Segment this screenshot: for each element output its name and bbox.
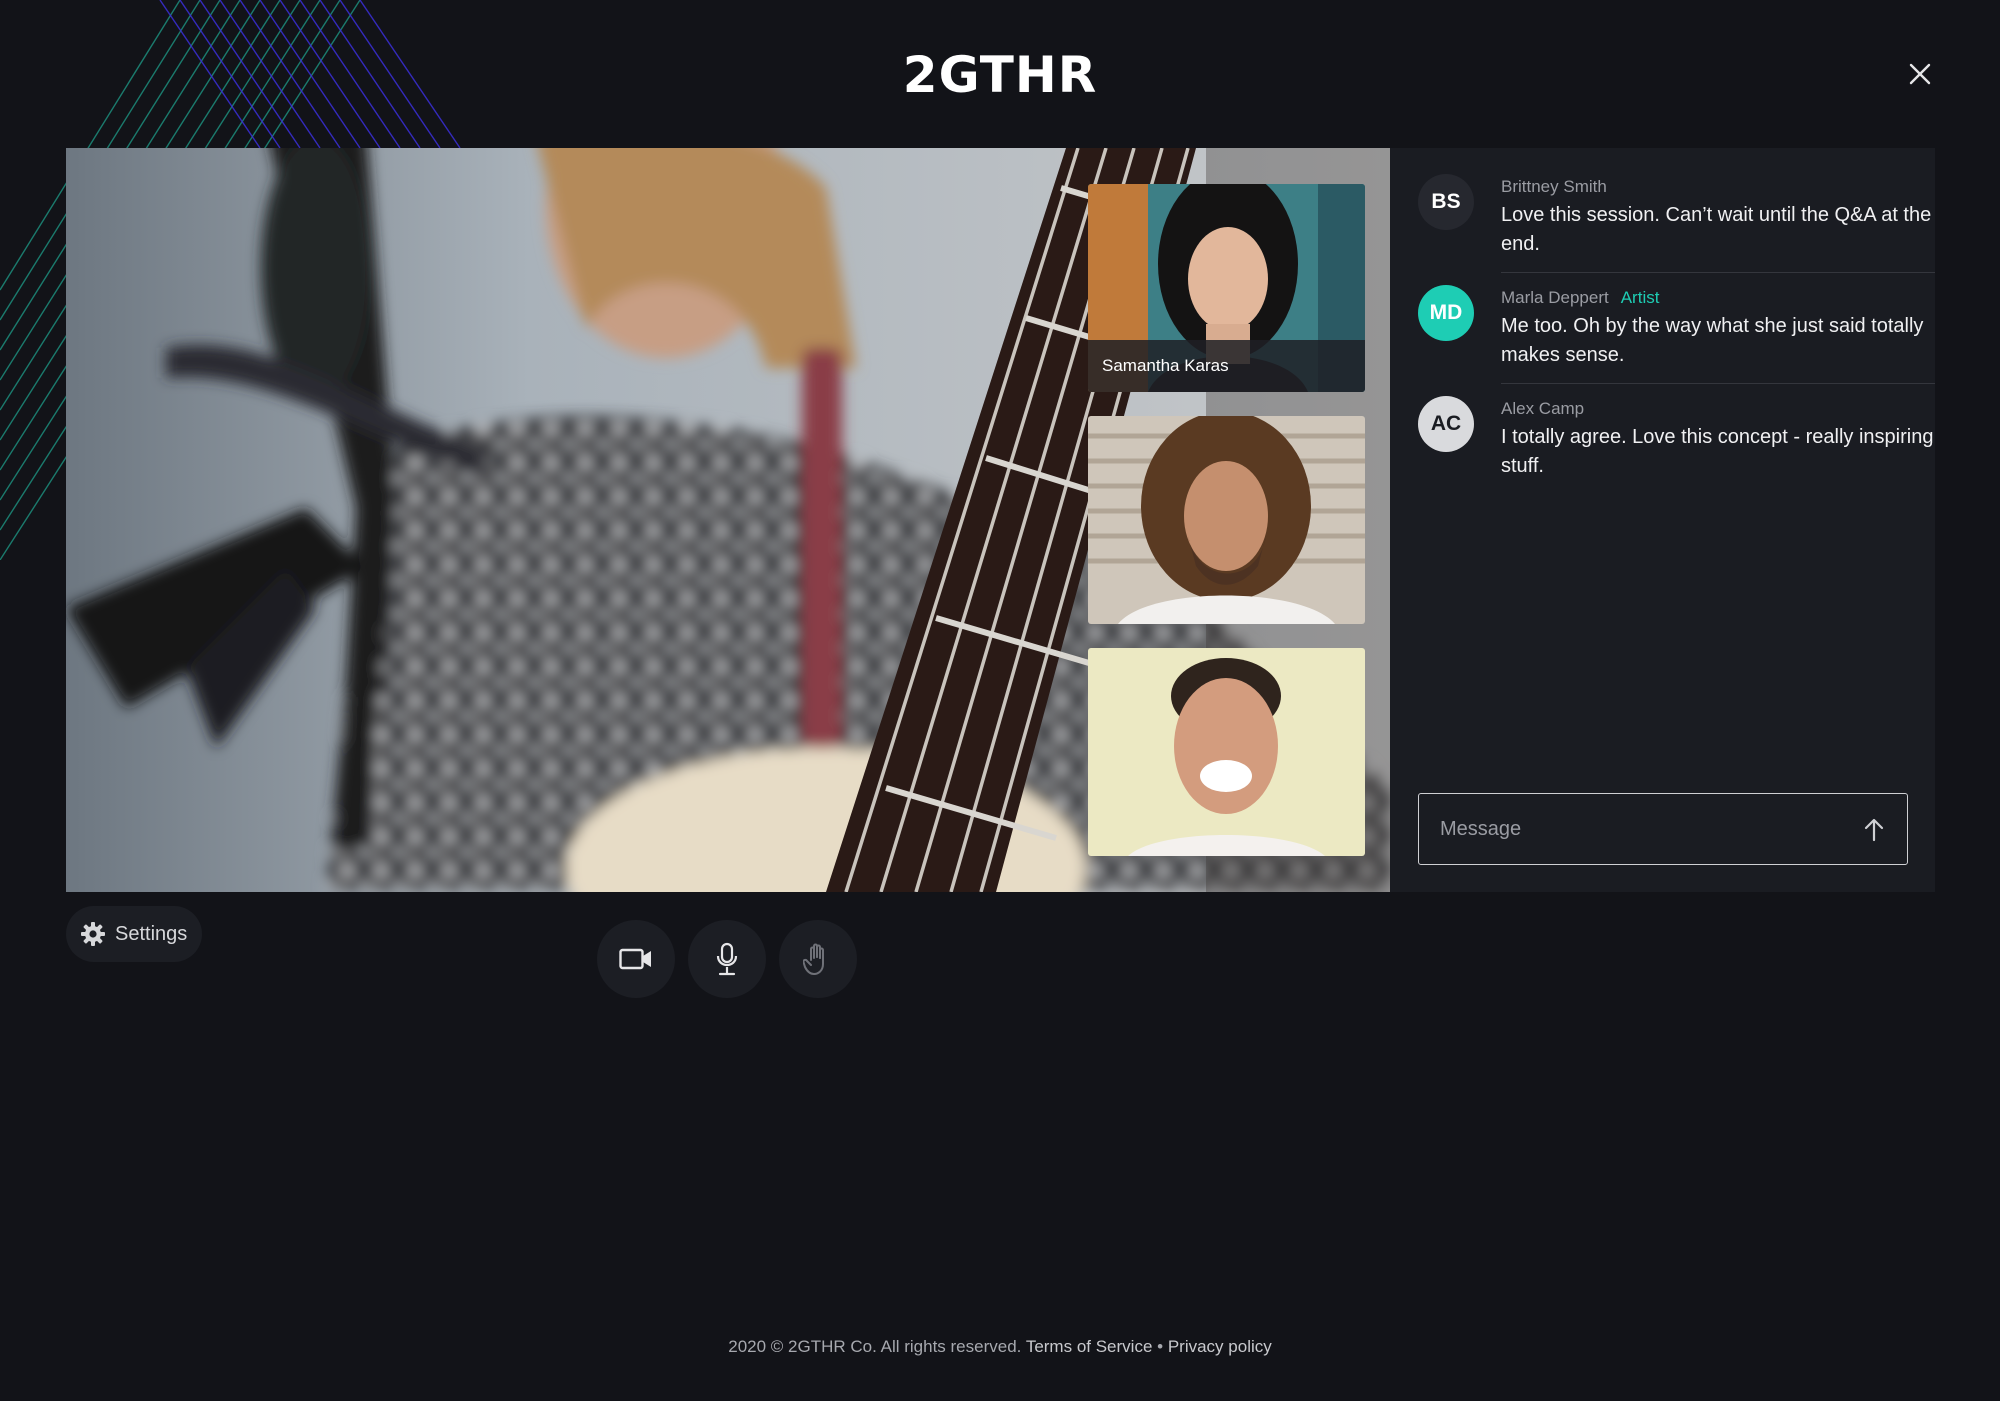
participant-name-label: Samantha Karas [1088, 340, 1365, 392]
participant-tile[interactable] [1088, 648, 1365, 856]
raise-hand-icon [803, 943, 824, 975]
message-text: I totally agree. Love this concept - rea… [1501, 426, 1934, 477]
close-icon[interactable] [1906, 60, 1934, 88]
privacy-policy-link[interactable]: Privacy policy [1168, 1337, 1272, 1356]
participant-video [1088, 648, 1365, 856]
avatar[interactable]: BS [1418, 174, 1474, 230]
participant-video [1088, 416, 1365, 624]
message-input-box [1418, 793, 1908, 865]
raise-hand-button[interactable] [779, 920, 857, 998]
avatar[interactable]: AC [1418, 396, 1474, 452]
author-name[interactable]: Brittney Smith [1501, 177, 1607, 196]
microphone-toggle-button[interactable] [688, 920, 766, 998]
arrow-up-icon[interactable] [1863, 818, 1885, 842]
microphone-icon [716, 942, 738, 976]
message-author: Alex Camp [1501, 398, 1935, 420]
author-name[interactable]: Marla Deppert [1501, 288, 1609, 307]
brand-logo: 2GTHR [902, 46, 1098, 104]
video-camera-icon [619, 948, 651, 970]
role-badge: Artist [1620, 288, 1660, 307]
message-author: Marla Deppert Artist [1501, 287, 1935, 309]
message-text: Me too. Oh by the way what she just said… [1501, 315, 1924, 366]
participant-tile[interactable] [1088, 416, 1365, 624]
terms-of-service-link[interactable]: Terms of Service [1026, 1337, 1153, 1356]
message-text: Love this session. Can’t wait until the … [1501, 204, 1932, 255]
gear-icon [81, 922, 105, 946]
settings-button[interactable]: Settings [66, 906, 202, 962]
avatar[interactable]: MD [1418, 285, 1474, 341]
footer: 2020 © 2GTHR Co. All rights reserved. Te… [0, 1337, 2000, 1357]
settings-label: Settings [115, 922, 188, 945]
footer-separator: • [1157, 1337, 1164, 1356]
author-name[interactable]: Alex Camp [1501, 399, 1584, 418]
message-divider [1501, 272, 1935, 273]
message-author: Brittney Smith [1501, 176, 1935, 198]
camera-toggle-button[interactable] [597, 920, 675, 998]
participant-tile[interactable]: Samantha Karas [1088, 184, 1365, 392]
copyright-text: 2020 © 2GTHR Co. All rights reserved. [728, 1337, 1022, 1356]
chat-panel: BS Brittney Smith Love this session. Can… [1390, 148, 1935, 892]
message-input[interactable] [1419, 794, 1839, 864]
message-divider [1501, 383, 1935, 384]
